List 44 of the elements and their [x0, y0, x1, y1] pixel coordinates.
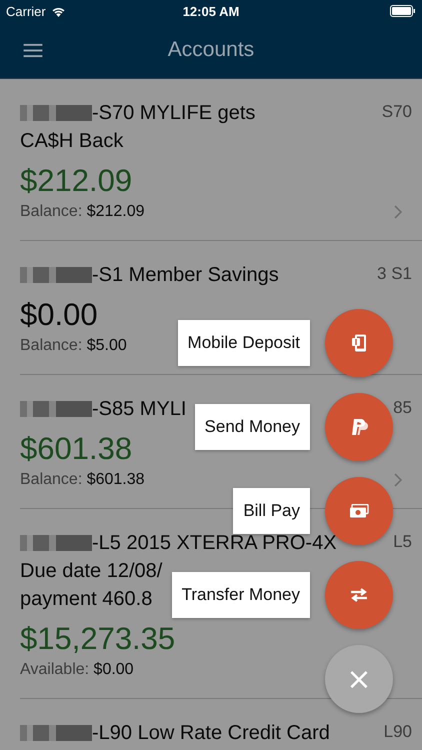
- transfer-arrows-icon: [349, 587, 369, 603]
- account-name: -L90 Low Rate Credit Card: [92, 721, 330, 746]
- balance-text: Balance: $212.09: [20, 203, 145, 221]
- wifi-icon: [50, 6, 66, 16]
- account-code: S70: [382, 101, 412, 122]
- menu-icon[interactable]: [23, 42, 43, 58]
- phone-deposit-icon: [351, 334, 367, 352]
- action-label[interactable]: Mobile Deposit: [178, 320, 310, 366]
- chevron-icon: [394, 205, 402, 219]
- clock-time: 12:05 AM: [182, 4, 240, 18]
- chevron-icon: [394, 473, 402, 487]
- cash-icon: [349, 504, 369, 518]
- redacted-mark: [20, 535, 92, 551]
- screen-title: Accounts: [166, 38, 256, 62]
- redacted-mark: [20, 267, 92, 283]
- account-amount: $15,273.35: [20, 620, 176, 658]
- action-label[interactable]: Send Money: [194, 404, 310, 450]
- account-code: L90: [384, 721, 412, 742]
- payment-icon: [350, 418, 368, 436]
- account-amount: $212.09: [20, 162, 132, 200]
- account-name: -L5 2015 XTERRA PRO-4X: [92, 531, 337, 556]
- account-name: payment 460.8: [20, 587, 152, 612]
- account-name: -S85 MYLI: [92, 397, 186, 422]
- account-code: 85: [393, 397, 412, 418]
- account-name: Due date 12/08/: [20, 559, 162, 584]
- deposit-button[interactable]: [325, 309, 393, 377]
- redacted-mark: [20, 401, 92, 417]
- balance-text: Balance: $601.38: [20, 471, 145, 489]
- battery-icon: [390, 5, 416, 17]
- account-code: L5: [393, 531, 412, 552]
- carrier-name: Carrier: [6, 4, 46, 18]
- send-money-button[interactable]: [325, 393, 393, 461]
- action-label[interactable]: Bill Pay: [233, 488, 310, 534]
- balance-text: Available: $0.00: [20, 661, 134, 679]
- account-amount: $0.00: [20, 296, 98, 334]
- account-name: -S1 Member Savings: [92, 263, 279, 288]
- redacted-mark: [20, 105, 92, 121]
- action-label[interactable]: Transfer Money: [172, 572, 310, 618]
- redacted-mark: [20, 725, 92, 741]
- account-name: -S70 MYLIFE gets: [92, 101, 256, 126]
- account-amount: $601.38: [20, 430, 132, 468]
- balance-text: Balance: $5.00: [20, 337, 127, 355]
- account-name: CA$H Back: [20, 129, 124, 154]
- account-code: 3 S1: [377, 263, 412, 284]
